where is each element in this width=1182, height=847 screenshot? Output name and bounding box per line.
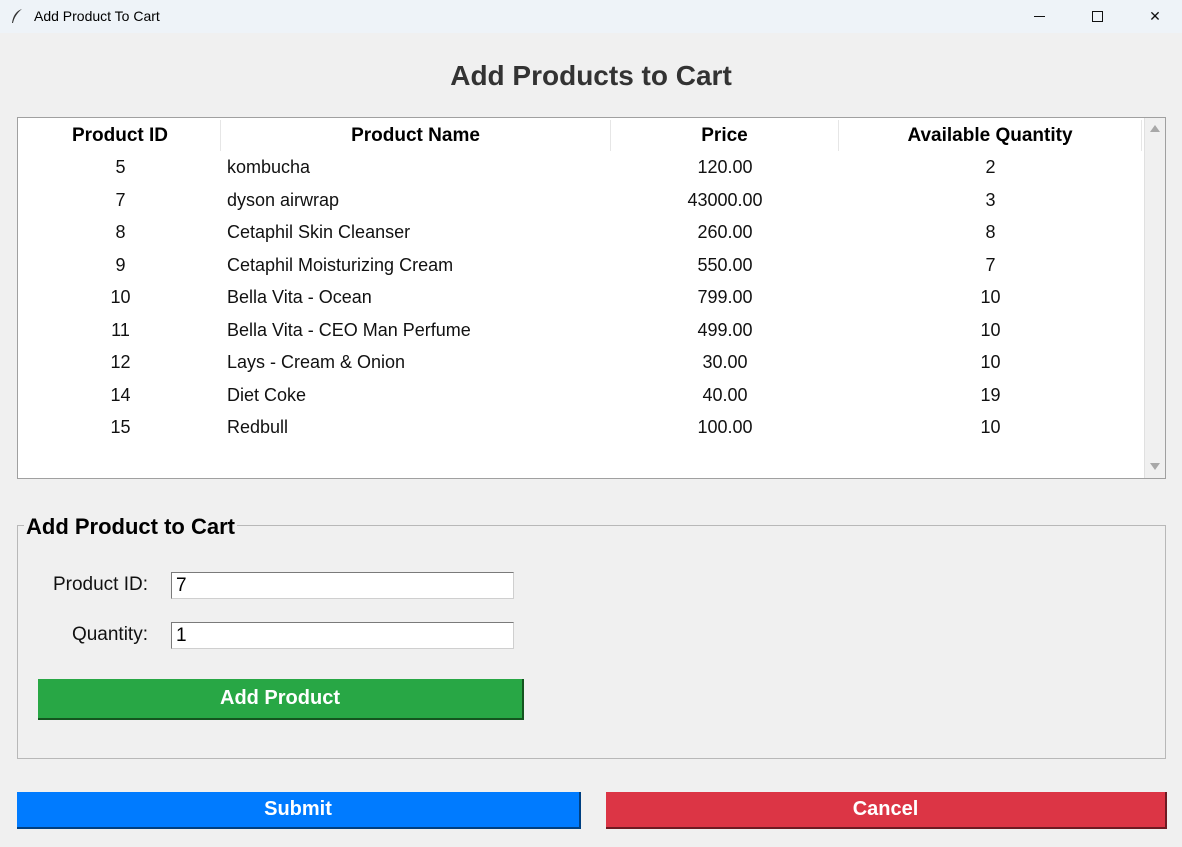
cell-product-name: Diet Coke xyxy=(227,384,307,405)
column-header-available-quantity[interactable]: Available Quantity xyxy=(839,120,1142,151)
cell-quantity: 10 xyxy=(980,416,1001,437)
cell-product-id: 5 xyxy=(115,156,126,177)
cell-quantity: 7 xyxy=(985,254,996,275)
table-viewport: Product ID Product Name Price Available … xyxy=(20,120,1142,476)
cell-price: 43000.00 xyxy=(687,189,763,210)
table-row[interactable]: 15 Redbull 100.00 10 xyxy=(20,411,1142,443)
cell-price: 550.00 xyxy=(697,254,753,275)
minimize-button[interactable] xyxy=(1010,0,1068,33)
cell-price: 499.00 xyxy=(697,319,753,340)
minimize-icon xyxy=(1033,16,1045,17)
cell-price: 799.00 xyxy=(697,286,753,307)
cell-product-id: 10 xyxy=(110,286,131,307)
quantity-label: Quantity: xyxy=(71,624,148,645)
scroll-up-icon[interactable] xyxy=(1150,125,1160,132)
table-row[interactable]: 11 Bella Vita - CEO Man Perfume 499.00 1… xyxy=(20,314,1142,346)
scroll-down-icon[interactable] xyxy=(1150,463,1160,470)
table-row[interactable]: 12 Lays - Cream & Onion 30.00 10 xyxy=(20,346,1142,378)
cell-product-name: Lays - Cream & Onion xyxy=(227,351,406,372)
product-table: Product ID Product Name Price Available … xyxy=(17,117,1166,479)
cell-product-name: Bella Vita - Ocean xyxy=(227,286,372,307)
title-bar: Add Product To Cart ✕ xyxy=(0,0,1182,33)
cell-quantity: 19 xyxy=(980,384,1001,405)
table-row[interactable]: 9 Cetaphil Moisturizing Cream 550.00 7 xyxy=(20,249,1142,281)
product-id-input[interactable] xyxy=(171,572,514,599)
cell-quantity: 8 xyxy=(985,221,996,242)
cell-product-name: kombucha xyxy=(227,156,311,177)
cell-price: 30.00 xyxy=(702,351,748,372)
table-row[interactable]: 5 kombucha 120.00 2 xyxy=(20,151,1142,183)
cell-price: 120.00 xyxy=(697,156,753,177)
table-row[interactable]: 10 Bella Vita - Ocean 799.00 10 xyxy=(20,281,1142,313)
cell-product-name: Bella Vita - CEO Man Perfume xyxy=(227,319,471,340)
page-title: Add Products to Cart xyxy=(450,60,732,91)
table-header: Product ID Product Name Price Available … xyxy=(20,120,1142,151)
cell-price: 100.00 xyxy=(697,416,753,437)
cancel-button[interactable]: Cancel xyxy=(606,792,1167,829)
close-button[interactable]: ✕ xyxy=(1126,0,1182,33)
column-header-product-id[interactable]: Product ID xyxy=(20,120,221,151)
table-row[interactable]: 14 Diet Coke 40.00 19 xyxy=(20,379,1142,411)
cell-product-name: Cetaphil Skin Cleanser xyxy=(227,221,411,242)
submit-button[interactable]: Submit xyxy=(17,792,581,829)
quantity-input[interactable] xyxy=(171,622,514,649)
cell-quantity: 2 xyxy=(985,156,996,177)
cell-quantity: 10 xyxy=(980,351,1001,372)
cell-product-id: 15 xyxy=(110,416,131,437)
product-id-label: Product ID: xyxy=(52,574,148,595)
window-title: Add Product To Cart xyxy=(34,8,160,24)
cell-product-name: Cetaphil Moisturizing Cream xyxy=(227,254,454,275)
table-row[interactable]: 8 Cetaphil Skin Cleanser 260.00 8 xyxy=(20,216,1142,248)
column-header-price[interactable]: Price xyxy=(611,120,839,151)
add-product-group-title: Add Product to Cart xyxy=(24,514,237,540)
cell-product-id: 8 xyxy=(115,221,126,242)
column-header-product-name[interactable]: Product Name xyxy=(221,120,611,151)
cell-product-name: dyson airwrap xyxy=(227,189,340,210)
cell-product-name: Redbull xyxy=(227,416,289,437)
cell-quantity: 10 xyxy=(980,319,1001,340)
maximize-icon xyxy=(1091,11,1103,22)
cell-price: 40.00 xyxy=(702,384,748,405)
maximize-button[interactable] xyxy=(1068,0,1126,33)
cell-product-id: 9 xyxy=(115,254,126,275)
close-icon: ✕ xyxy=(1149,8,1161,24)
cell-product-id: 7 xyxy=(115,189,126,210)
cell-price: 260.00 xyxy=(697,221,753,242)
cell-quantity: 3 xyxy=(985,189,996,210)
cell-product-id: 11 xyxy=(111,319,130,340)
table-scrollbar[interactable] xyxy=(1144,118,1165,478)
cell-quantity: 10 xyxy=(980,286,1001,307)
add-product-button[interactable]: Add Product xyxy=(38,679,524,720)
table-row[interactable]: 7 dyson airwrap 43000.00 3 xyxy=(20,184,1142,216)
cell-product-id: 12 xyxy=(110,351,131,372)
feather-icon xyxy=(12,9,22,23)
cell-product-id: 14 xyxy=(110,384,131,405)
